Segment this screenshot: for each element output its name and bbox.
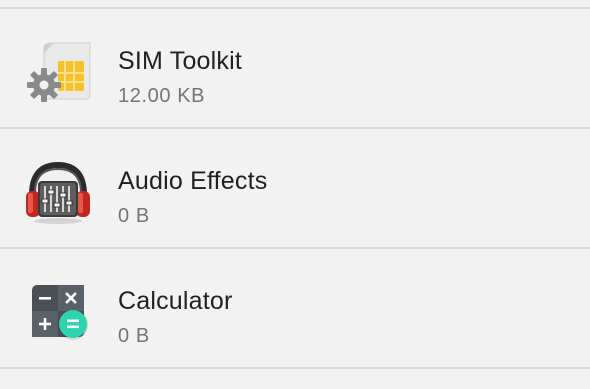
app-size: 0 B <box>118 325 150 347</box>
app-name: Audio Effects <box>118 167 268 195</box>
app-size: 0 B <box>118 205 150 227</box>
audio-effects-icon <box>24 159 92 227</box>
app-list: SIM Toolkit 12.00 KB Audio Effects 0 B C… <box>0 0 590 389</box>
app-size: 12.00 KB <box>118 85 206 107</box>
app-name: SIM Toolkit <box>118 47 243 75</box>
sim-toolkit-icon <box>24 39 92 107</box>
app-list-item-sim-toolkit[interactable]: SIM Toolkit 12.00 KB <box>0 9 590 127</box>
divider <box>0 367 590 369</box>
app-list-item-audio-effects[interactable]: Audio Effects 0 B <box>0 129 590 247</box>
app-list-item-calculator[interactable]: Calculator 0 B <box>0 249 590 367</box>
app-name: Calculator <box>118 287 233 315</box>
calculator-icon <box>24 279 92 347</box>
